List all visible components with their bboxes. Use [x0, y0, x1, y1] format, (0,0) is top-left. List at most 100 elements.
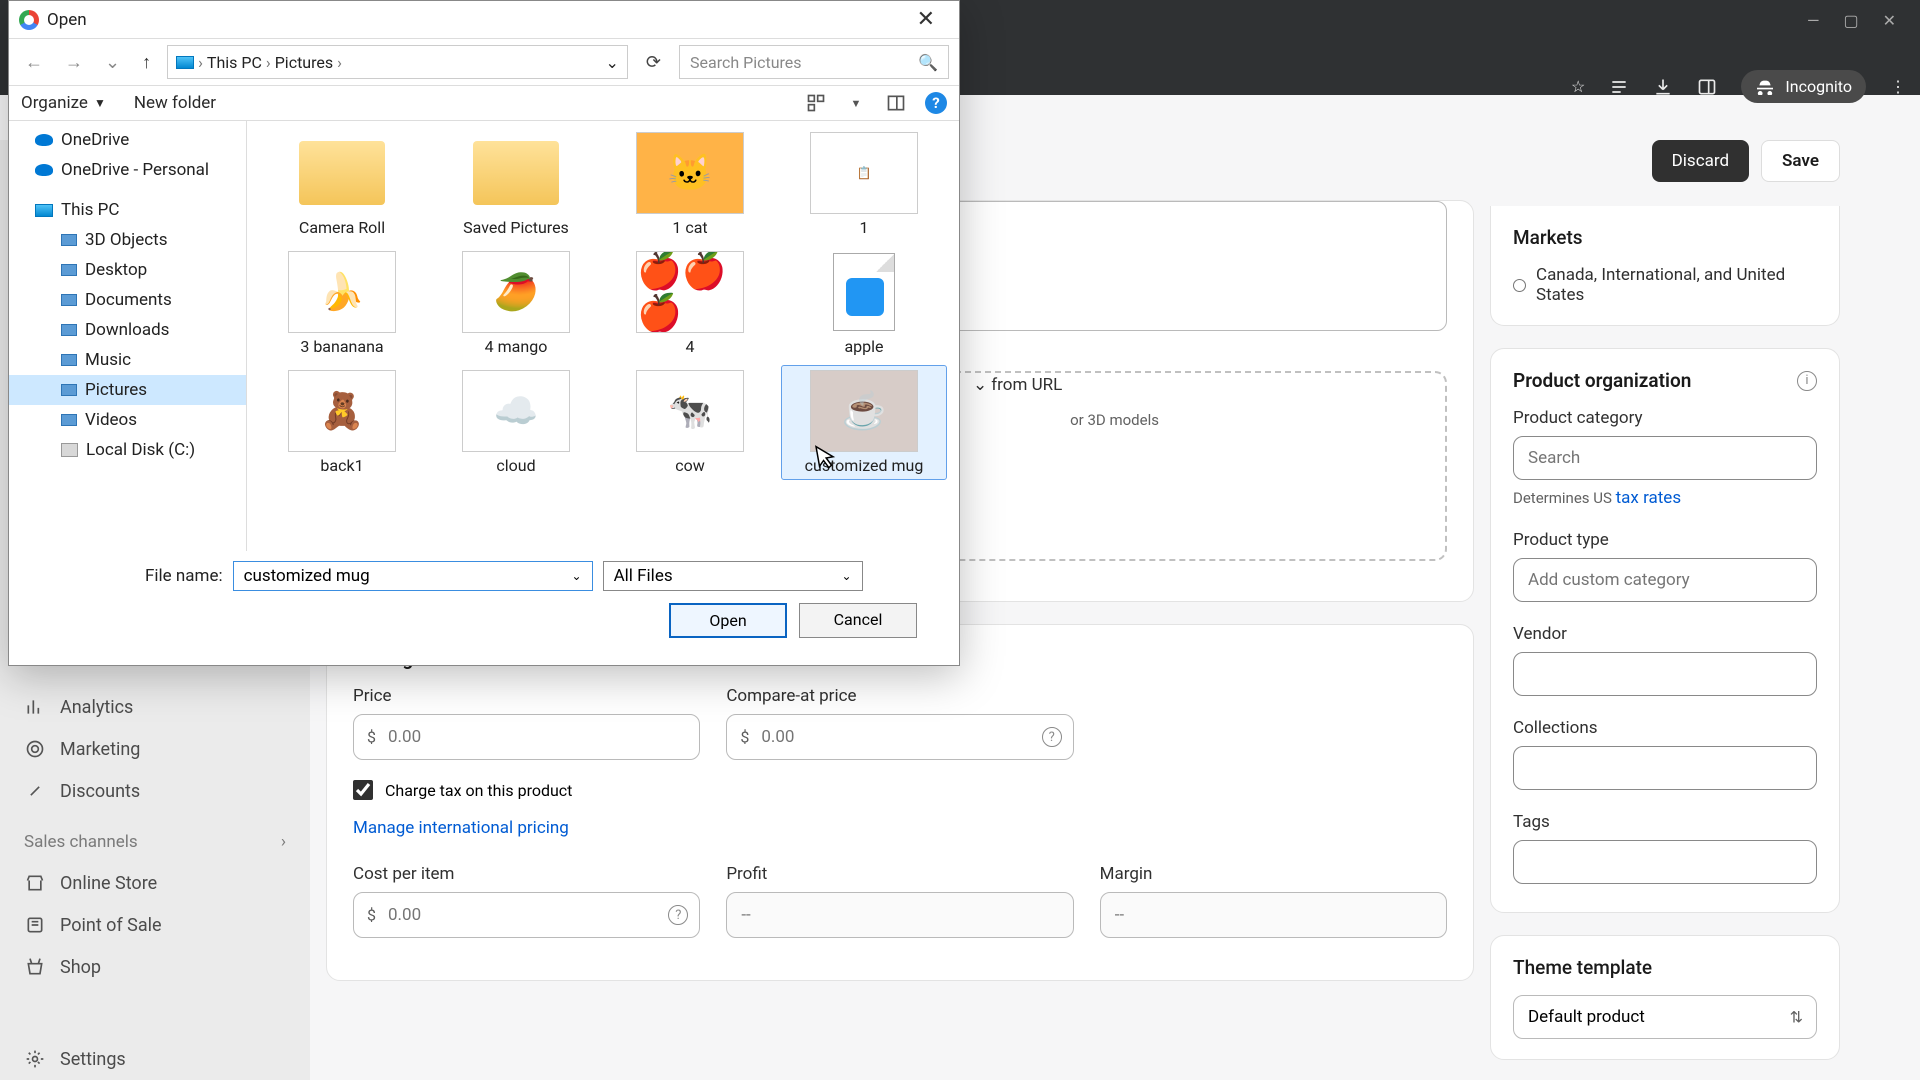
theme-title: Theme template — [1513, 956, 1817, 979]
file-item-customized-mug[interactable]: ☕customized mug — [781, 365, 947, 480]
sidebar-heading-sales[interactable]: Sales channels › — [0, 812, 310, 862]
help-icon[interactable]: ? — [668, 905, 688, 925]
incognito-badge[interactable]: Incognito — [1741, 70, 1866, 103]
tree-item-this-pc[interactable]: This PC — [9, 195, 246, 225]
breadcrumb[interactable]: › This PC › Pictures › ⌄ — [167, 45, 628, 79]
cloud-icon — [35, 164, 53, 176]
tags-label: Tags — [1513, 812, 1817, 832]
sidebar-item-marketing[interactable]: Marketing — [0, 728, 310, 770]
folder-icon — [61, 354, 77, 366]
chrome-icon — [19, 10, 39, 30]
filename-input[interactable]: customized mug ⌄ — [233, 561, 593, 591]
margin-input[interactable] — [1100, 892, 1447, 938]
tree-item-local-disk[interactable]: Local Disk (C:) — [9, 435, 246, 465]
dialog-bottom: File name: customized mug ⌄ All Files ⌄ … — [9, 551, 959, 648]
collections-label: Collections — [1513, 718, 1817, 738]
sidebar-item-shop[interactable]: Shop — [0, 946, 310, 988]
markets-radio[interactable] — [1513, 279, 1526, 292]
window-close-button[interactable]: ✕ — [1883, 11, 1896, 30]
tree-item-pictures[interactable]: Pictures — [9, 375, 246, 405]
file-item-saved-pictures[interactable]: Saved Pictures — [433, 127, 599, 242]
download-icon[interactable] — [1653, 77, 1673, 97]
tree-item-onedrive-personal[interactable]: OneDrive - Personal — [9, 155, 246, 185]
charge-tax-checkbox[interactable] — [353, 780, 373, 800]
discard-button[interactable]: Discard — [1652, 140, 1749, 182]
file-item-cow[interactable]: 🐄cow — [607, 365, 773, 480]
folder-tree[interactable]: OneDrive OneDrive - Personal This PC 3D … — [9, 121, 247, 551]
view-mode-button[interactable] — [805, 92, 827, 114]
open-button[interactable]: Open — [669, 603, 787, 638]
save-button[interactable]: Save — [1761, 140, 1840, 182]
price-input[interactable] — [353, 714, 700, 760]
sidebar-item-online-store[interactable]: Online Store — [0, 862, 310, 904]
back-button[interactable]: ← — [19, 50, 49, 75]
sidebar-item-pos[interactable]: Point of Sale — [0, 904, 310, 946]
tree-item-desktop[interactable]: Desktop — [9, 255, 246, 285]
folder-icon — [61, 264, 77, 276]
collections-input[interactable] — [1513, 746, 1817, 790]
forward-button[interactable]: → — [59, 50, 89, 75]
refresh-button[interactable]: ⟳ — [638, 52, 669, 73]
sidebar-item-discounts[interactable]: Discounts — [0, 770, 310, 812]
tax-rates-link[interactable]: tax rates — [1616, 488, 1682, 508]
disk-icon — [61, 443, 78, 457]
vendor-input[interactable] — [1513, 652, 1817, 696]
file-item-banana[interactable]: 🍌3 bananana — [259, 246, 425, 361]
maximize-button[interactable]: ▢ — [1843, 11, 1858, 30]
reading-list-icon[interactable] — [1609, 77, 1629, 97]
panel-icon[interactable] — [1697, 77, 1717, 97]
theme-select[interactable]: Default product — [1513, 995, 1817, 1039]
from-url-text[interactable]: from URL — [991, 375, 1062, 395]
file-item-1[interactable]: 📋1 — [781, 127, 947, 242]
tree-item-3d-objects[interactable]: 3D Objects — [9, 225, 246, 255]
help-icon[interactable]: ? — [925, 92, 947, 114]
file-open-dialog: Open ✕ ← → ⌄ ↑ › This PC › Pictures › ⌄ … — [8, 0, 960, 666]
breadcrumb-pc[interactable]: This PC — [207, 53, 262, 72]
tree-item-downloads[interactable]: Downloads — [9, 315, 246, 345]
help-icon[interactable]: ? — [1042, 727, 1062, 747]
info-icon[interactable]: i — [1797, 371, 1817, 391]
compare-input[interactable] — [726, 714, 1073, 760]
up-button[interactable]: ↑ — [136, 50, 157, 75]
minimize-button[interactable]: — — [1807, 11, 1820, 30]
cancel-button[interactable]: Cancel — [799, 603, 917, 638]
sidebar-item-analytics[interactable]: Analytics — [0, 686, 310, 728]
chevron-down-icon[interactable]: ⌄ — [572, 569, 582, 583]
file-item-apple[interactable]: apple — [781, 246, 947, 361]
file-item-back1[interactable]: 🧸back1 — [259, 365, 425, 480]
preview-pane-button[interactable] — [885, 92, 907, 114]
file-item-mango[interactable]: 🥭4 mango — [433, 246, 599, 361]
category-search-input[interactable] — [1513, 436, 1817, 480]
file-item-1-cat[interactable]: 🐱1 cat — [607, 127, 773, 242]
close-icon[interactable]: ✕ — [903, 7, 949, 32]
tree-item-videos[interactable]: Videos — [9, 405, 246, 435]
dialog-titlebar: Open ✕ — [9, 1, 959, 38]
cost-input[interactable] — [353, 892, 700, 938]
star-icon[interactable]: ☆ — [1571, 77, 1585, 96]
kebab-icon[interactable]: ⋮ — [1890, 77, 1906, 96]
tree-item-onedrive[interactable]: OneDrive — [9, 125, 246, 155]
type-input[interactable] — [1513, 558, 1817, 602]
profit-input[interactable] — [726, 892, 1073, 938]
file-item-camera-roll[interactable]: Camera Roll — [259, 127, 425, 242]
new-folder-button[interactable]: New folder — [134, 93, 216, 113]
breadcrumb-dropdown-icon[interactable]: ⌄ — [606, 53, 619, 72]
view-dropdown-icon[interactable]: ▼ — [845, 92, 867, 114]
file-grid[interactable]: Camera Roll Saved Pictures 🐱1 cat 📋1 🍌3 … — [247, 121, 959, 551]
organize-menu[interactable]: Organize ▼ — [21, 93, 106, 113]
intl-pricing-link[interactable]: Manage international pricing — [353, 818, 569, 838]
file-type-filter[interactable]: All Files ⌄ — [603, 561, 863, 591]
tree-item-documents[interactable]: Documents — [9, 285, 246, 315]
sidebar-item-settings[interactable]: Settings — [0, 1038, 310, 1080]
file-item-cloud[interactable]: ☁️cloud — [433, 365, 599, 480]
tree-item-music[interactable]: Music — [9, 345, 246, 375]
breadcrumb-folder[interactable]: Pictures — [275, 53, 333, 72]
search-input[interactable]: Search Pictures 🔍 — [679, 45, 949, 79]
sidebar-label: Shop — [60, 957, 101, 978]
shop-icon — [24, 956, 46, 978]
file-item-4[interactable]: 🍎🍎🍎4 — [607, 246, 773, 361]
pos-icon — [24, 914, 46, 936]
tags-input[interactable] — [1513, 840, 1817, 884]
org-title: Product organization — [1513, 369, 1691, 392]
recent-dropdown[interactable]: ⌄ — [99, 50, 126, 75]
